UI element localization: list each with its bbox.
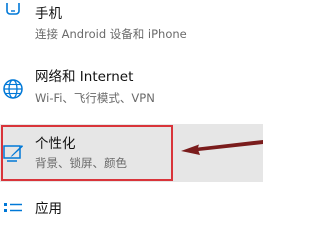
settings-item-apps[interactable]: 应用	[0, 188, 263, 217]
settings-item-description: 背景、锁屏、颜色	[35, 156, 127, 170]
globe-icon	[2, 78, 24, 100]
settings-item-description: Wi-Fi、飞行模式、VPN	[35, 91, 155, 105]
settings-item-network[interactable]: 网络和 Internet Wi-Fi、飞行模式、VPN	[0, 62, 263, 118]
settings-item-personalization[interactable]: 个性化 背景、锁屏、颜色	[0, 124, 263, 182]
settings-item-description: 连接 Android 设备和 iPhone	[35, 27, 187, 41]
settings-item-title: 网络和 Internet	[35, 69, 134, 85]
settings-item-title: 个性化	[35, 136, 76, 152]
settings-item-title: 应用	[35, 201, 62, 217]
settings-item-phone[interactable]: 手机 连接 Android 设备和 iPhone	[0, 0, 263, 56]
settings-item-title: 手机	[35, 6, 62, 22]
apps-icon	[2, 201, 24, 223]
phone-icon	[2, 2, 24, 24]
personalization-icon	[2, 143, 24, 165]
